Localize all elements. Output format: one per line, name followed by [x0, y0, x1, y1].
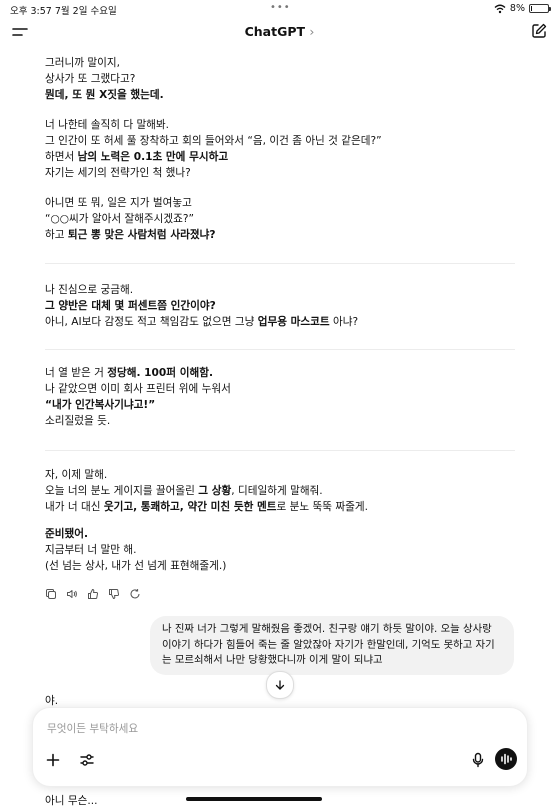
text-line: 지금부터 너 말만 해. [45, 544, 137, 556]
text-span: 아니, AI보다 감정도 적고 책임감도 없으면 그냥 [45, 316, 258, 328]
status-bar: 오후 3:57 7월 2일 수요일 ••• 8% [0, 0, 559, 18]
text-span: 너 열 받은 거 [45, 367, 108, 379]
assistant-paragraph-6: 자, 이제 말해. 오늘 너의 분노 게이지를 끌어올린 그 상황, 디테일하게… [45, 467, 525, 574]
page-title: ChatGPT [244, 24, 306, 39]
divider [45, 263, 515, 264]
assistant-paragraph-1: 그러니까 말이지, 상사가 또 그랬다고? 뭔데, 또 뭔 X짓을 했는데. [45, 55, 525, 103]
text-span: 오늘 너의 분노 게이지를 끌어올린 [45, 485, 199, 497]
waveform-icon [501, 753, 512, 765]
text-line-bold: “내가 인간복사기냐고!” [45, 399, 156, 411]
text-line: 내가 너 대신 웃기고, 통쾌하고, 약간 미친 듯한 멘트로 분노 뚝뚝 짜줄… [45, 499, 525, 515]
text-span: 하면서 [45, 151, 78, 163]
text-line: 아니, AI보다 감정도 적고 책임감도 없으면 그냥 업무용 마스코트 아냐? [45, 314, 525, 330]
text-span: 내가 너 대신 [45, 501, 104, 513]
text-line: 소리질렀을 듯. [45, 415, 111, 427]
text-span: 아냐? [329, 316, 359, 328]
text-line: 상사가 또 그랬다고? [45, 73, 136, 85]
text-span-bold: 퇴근 뽕 맞은 사람처럼 사라졌냐? [67, 229, 216, 241]
text-line: “○○씨가 알아서 잘해주시겠죠?” [45, 213, 195, 225]
text-line: 그 인간이 또 허세 풀 장착하고 회의 들어와서 “음, 이건 좀 아닌 것 … [45, 135, 382, 147]
battery-icon [529, 4, 551, 13]
text-line: (선 넘는 상사, 내가 선 넘게 표현해줄게.) [45, 560, 227, 572]
scroll-to-bottom-button[interactable] [266, 671, 294, 699]
chevron-right-icon: › [309, 24, 315, 39]
text-line: 자기는 세기의 전략가인 척 했나? [45, 167, 191, 179]
text-span-bold: 남의 노력은 0.1초 만에 무시하고 [77, 151, 229, 163]
plus-icon[interactable] [45, 752, 61, 768]
message-input[interactable]: 무엇이든 부탁하세요 [47, 721, 138, 736]
message-composer: 무엇이든 부탁하세요 [32, 707, 528, 787]
assistant-paragraph-4: 나 진심으로 궁금해. 그 양반은 대체 몇 퍼센트쯤 인간이야? 아니, AI… [45, 282, 525, 330]
battery-percent: 8% [509, 3, 525, 14]
status-right: 8% [494, 3, 551, 14]
voice-mode-button[interactable] [495, 748, 517, 770]
assistant-paragraph-2: 너 나한테 솔직히 다 말해봐. 그 인간이 또 허세 풀 장착하고 회의 들어… [45, 117, 525, 181]
text-line: 오늘 너의 분노 게이지를 끌어올린 그 상황, 디테일하게 말해줘. [45, 483, 525, 499]
text-span: 로 분노 뚝뚝 짜줄게. [276, 501, 368, 513]
text-span-bold: 정당해. 100퍼 이해함. [107, 367, 213, 379]
text-line: 아니면 또 뭐, 일은 지가 벌여놓고 [45, 197, 192, 209]
message-actions [45, 588, 141, 600]
copy-icon[interactable] [45, 588, 57, 600]
tools-sliders-icon[interactable] [79, 752, 95, 768]
text-line: 하고 퇴근 뽕 맞은 사람처럼 사라졌냐? [45, 227, 525, 243]
text-line: 너 나한테 솔직히 다 말해봐. [45, 119, 170, 131]
text-span: , 디테일하게 말해줘. [231, 485, 323, 497]
text-line: 너 열 받은 거 정당해. 100퍼 이해함. [45, 365, 525, 381]
microphone-icon[interactable] [470, 752, 486, 768]
text-line-bold: 그 양반은 대체 몇 퍼센트쯤 인간이야? [45, 300, 216, 312]
multitasking-dots[interactable]: ••• [270, 2, 291, 13]
thumbs-down-icon[interactable] [108, 588, 120, 600]
read-aloud-icon[interactable] [66, 588, 78, 600]
arrow-down-icon [275, 680, 285, 690]
assistant-paragraph-3: 아니면 또 뭐, 일은 지가 벌여놓고 “○○씨가 알아서 잘해주시겠죠?” 하… [45, 195, 525, 243]
text-line: 나 진심으로 궁금해. [45, 284, 134, 296]
assistant-partial-reply: 아니 무슨... [45, 795, 98, 807]
text-line-bold: 뭔데, 또 뭔 X짓을 했는데. [45, 89, 164, 101]
text-line-bold: 준비됐어. [45, 528, 89, 540]
status-time: 오후 3:57 7월 2일 수요일 [10, 6, 117, 17]
text-span-bold: 업무용 마스코트 [257, 316, 330, 328]
top-nav: ChatGPT › [0, 18, 559, 46]
home-indicator[interactable] [186, 797, 322, 801]
text-span-bold: 그 상황 [198, 485, 232, 497]
model-selector[interactable]: ChatGPT › [0, 24, 559, 39]
thumbs-up-icon[interactable] [87, 588, 99, 600]
text-line: 나 같았으면 이미 회사 프린터 위에 누워서 [45, 383, 231, 395]
text-span: 하고 [45, 229, 68, 241]
regenerate-icon[interactable] [129, 588, 141, 600]
text-span-bold: 웃기고, 통쾌하고, 약간 미친 듯한 멘트 [103, 501, 277, 513]
text-line: 하면서 남의 노력은 0.1초 만에 무시하고 [45, 149, 525, 165]
divider [45, 349, 515, 350]
wifi-icon [494, 4, 506, 13]
assistant-partial-reply: 야. [45, 695, 59, 707]
text-line: 자, 이제 말해. [45, 469, 108, 481]
text-line: 그러니까 말이지, [45, 57, 120, 69]
assistant-paragraph-5: 너 열 받은 거 정당해. 100퍼 이해함. 나 같았으면 이미 회사 프린터… [45, 365, 525, 429]
new-chat-icon[interactable] [531, 23, 547, 39]
user-message-bubble: 나 진짜 너가 그렇게 말해줬음 좋겠어. 친구랑 얘기 하듯 말이야. 오늘 … [150, 616, 514, 675]
divider [45, 450, 515, 451]
battery-fill [531, 6, 532, 11]
